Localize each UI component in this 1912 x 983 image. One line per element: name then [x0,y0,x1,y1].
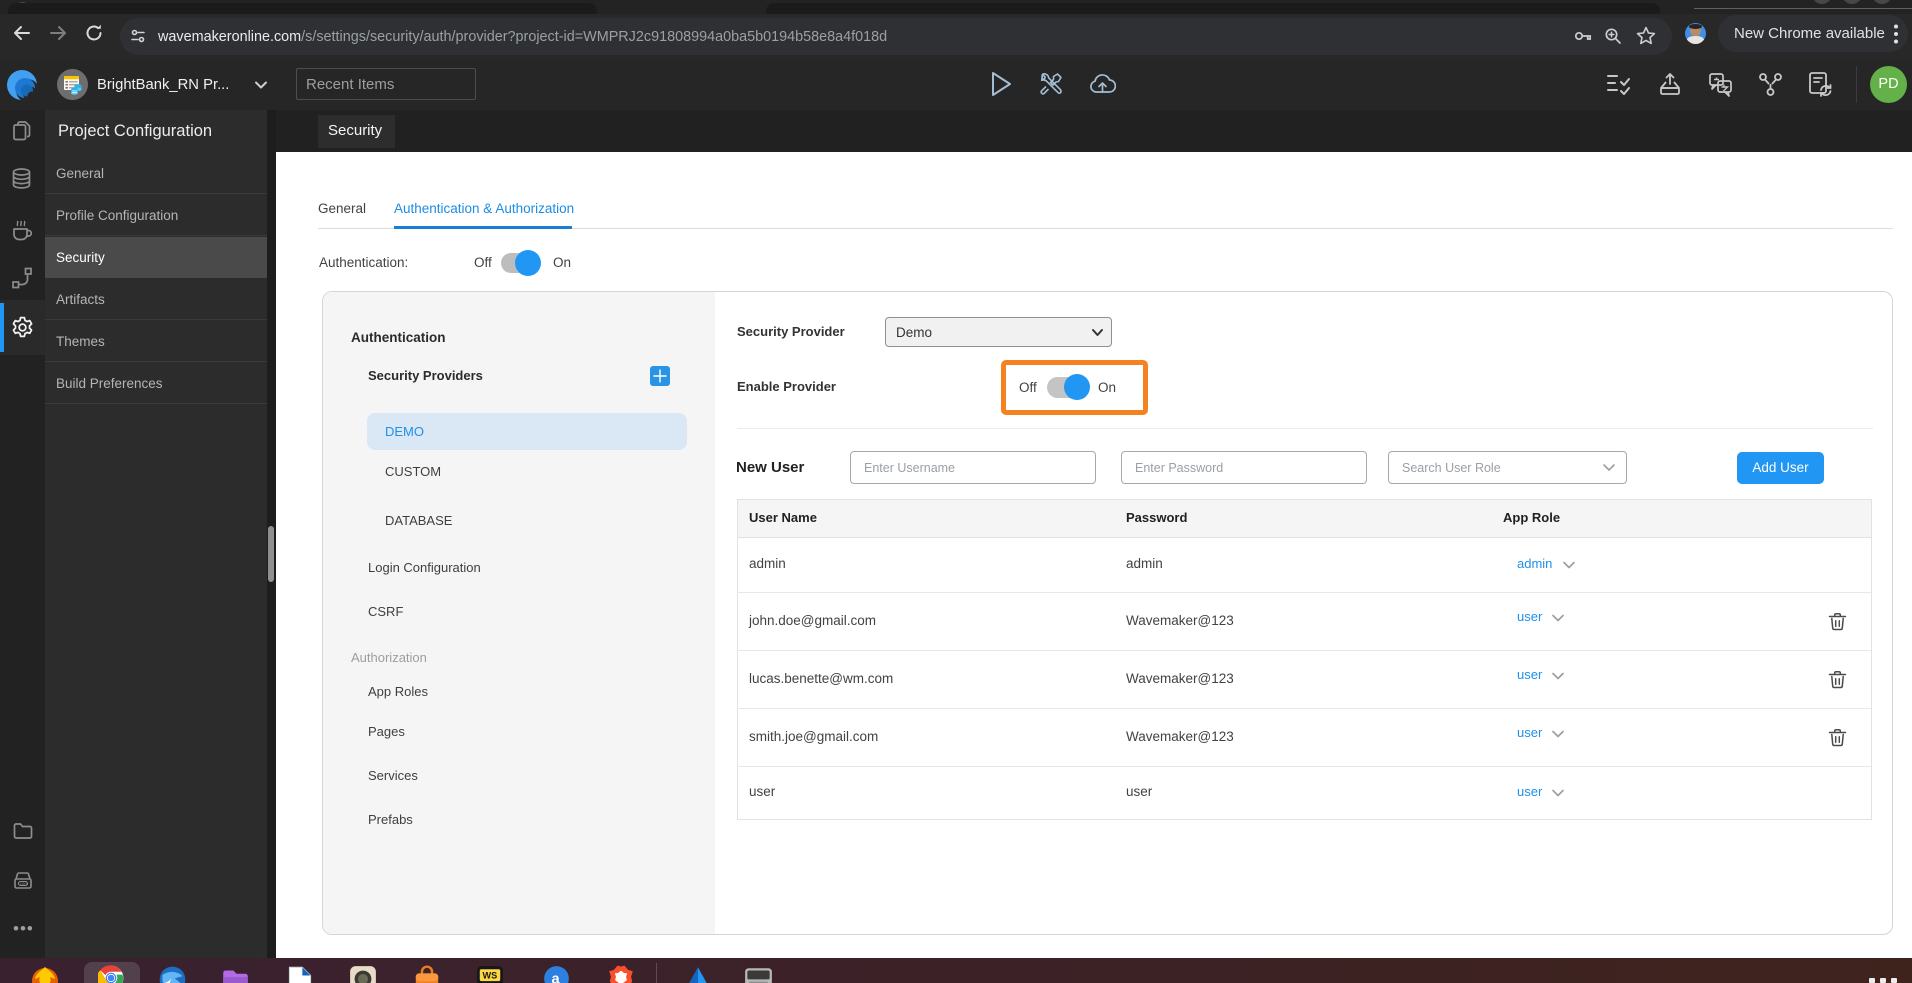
svg-text:LOG: LOG [20,882,28,886]
svg-text:a: a [551,972,560,983]
svg-text:WS: WS [482,971,497,981]
